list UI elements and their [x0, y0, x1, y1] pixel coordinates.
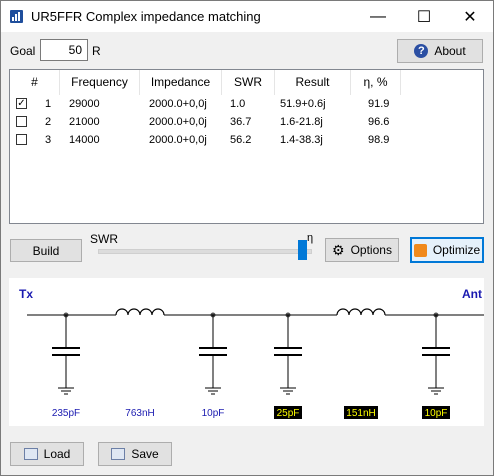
component-value-label: 763nH — [125, 408, 154, 419]
component-value-label: 10pF — [425, 408, 448, 419]
col-header-swr[interactable]: SWR — [222, 70, 275, 95]
table-row[interactable]: 3 14000 2000.0+0,0j 56.2 1.4-38.3j 98.9 — [10, 131, 483, 149]
col-header-eta[interactable]: η, % — [351, 70, 401, 95]
component-value-label: 10pF — [202, 408, 225, 419]
gear-icon: ⚙ — [332, 241, 345, 258]
cell-frequency: 14000 — [69, 134, 100, 146]
inductor-symbol — [336, 308, 386, 316]
save-icon — [111, 448, 126, 460]
cell-result: 51.9+0.6j — [280, 98, 326, 110]
options-button[interactable]: ⚙ Options — [325, 238, 399, 262]
ant-label: Ant — [462, 287, 482, 301]
cell-swr: 56.2 — [230, 134, 252, 146]
col-header-index[interactable]: # — [10, 70, 60, 95]
optimize-button[interactable]: Optimize — [410, 237, 484, 263]
cell-frequency: 21000 — [69, 116, 100, 128]
cell-frequency: 29000 — [69, 98, 100, 110]
close-button[interactable]: ✕ — [447, 1, 493, 32]
cell-index: 2 — [45, 116, 52, 128]
about-button[interactable]: ? About — [397, 39, 483, 63]
col-header-impedance[interactable]: Impedance — [140, 70, 222, 95]
slider-eta-label: η — [307, 232, 314, 244]
matching-network-schematic: Tx Ant 235pF 763nH 10pF 25pF 151nH 10pF — [9, 278, 484, 426]
schematic-svg: Tx Ant 235pF 763nH 10pF 25pF 151nH 10pF — [19, 287, 484, 419]
minimize-button[interactable]: — — [355, 1, 401, 32]
cell-impedance: 2000.0+0,0j — [149, 116, 207, 128]
cell-result: 1.4-38.3j — [280, 134, 323, 146]
cell-result: 1.6-21.8j — [280, 116, 323, 128]
bar-chart-icon — [10, 10, 23, 23]
col-header-frequency[interactable]: Frequency — [60, 70, 140, 95]
build-button[interactable]: Build — [10, 239, 82, 262]
optimize-label: Optimize — [432, 243, 481, 257]
inductor-symbol — [115, 308, 165, 316]
help-icon: ? — [414, 44, 429, 58]
component-value-label: 151nH — [346, 408, 375, 419]
goal-label: Goal — [10, 44, 36, 58]
about-label: About — [434, 44, 466, 58]
col-header-result[interactable]: Result — [275, 70, 351, 95]
row-checkbox[interactable]: ✓ — [16, 98, 27, 109]
save-label: Save — [131, 447, 159, 461]
slider-swr-label: SWR — [90, 232, 118, 246]
slider-thumb[interactable] — [297, 240, 307, 260]
cell-index: 1 — [45, 98, 52, 110]
row-checkbox[interactable] — [16, 116, 27, 127]
cell-eta: 96.6 — [368, 116, 390, 128]
swr-eta-slider[interactable] — [98, 249, 312, 254]
cell-impedance: 2000.0+0,0j — [149, 134, 207, 146]
save-button[interactable]: Save — [98, 442, 172, 466]
frequency-table: # Frequency Impedance SWR Result η, % ✓ 1… — [9, 69, 484, 224]
component-value-label: 235pF — [52, 408, 80, 419]
load-label: Load — [43, 447, 71, 461]
cell-swr: 36.7 — [230, 116, 252, 128]
component-value-label: 25pF — [277, 408, 300, 419]
cell-eta: 91.9 — [368, 98, 390, 110]
options-label: Options — [350, 243, 392, 257]
cell-impedance: 2000.0+0,0j — [149, 98, 207, 110]
goal-unit: R — [92, 44, 101, 58]
table-row[interactable]: ✓ 1 29000 2000.0+0,0j 1.0 51.9+0.6j 91.9 — [10, 95, 483, 113]
title-bar: UR5FFR Complex impedance matching — ☐ ✕ — [1, 1, 493, 32]
cell-swr: 1.0 — [230, 98, 246, 110]
table-row[interactable]: 2 21000 2000.0+0,0j 36.7 1.6-21.8j 96.6 — [10, 113, 483, 131]
goal-input[interactable]: 50 — [40, 39, 88, 61]
load-icon — [23, 448, 38, 460]
cell-index: 3 — [45, 134, 52, 146]
table-header: # Frequency Impedance SWR Result η, % — [10, 70, 483, 95]
cell-eta: 98.9 — [368, 134, 390, 146]
rss-icon — [413, 243, 427, 257]
maximize-button[interactable]: ☐ — [401, 1, 447, 32]
load-button[interactable]: Load — [10, 442, 84, 466]
row-checkbox[interactable] — [16, 134, 27, 145]
window-title: UR5FFR Complex impedance matching — [31, 9, 261, 24]
tx-label: Tx — [19, 287, 33, 301]
